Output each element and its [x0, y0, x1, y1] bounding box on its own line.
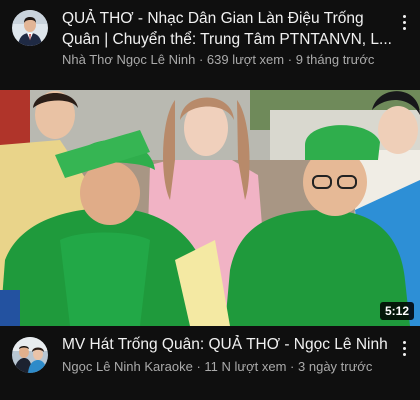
video-title-line-2[interactable]: Quân | Chuyển thể: Trung Tâm PTNTANVN, L… [62, 29, 392, 50]
video-duration: 5:12 [379, 302, 414, 320]
more-vert-icon[interactable] [396, 10, 412, 34]
meta-separator: · [196, 359, 201, 374]
man-in-suit-icon [12, 10, 48, 46]
meta-separator: · [287, 52, 293, 67]
group-photo-icon [12, 337, 48, 373]
channel-name[interactable]: Ngọc Lê Ninh Karaoke [62, 359, 193, 374]
upload-age: 9 tháng trước [295, 52, 375, 67]
video-card-2[interactable]: MV Hát Trống Quân: QUẢ THƠ - Ngọc Lê Nin… [0, 326, 420, 400]
meta-separator: · [198, 52, 204, 67]
video-card-1[interactable]: QUẢ THƠ - Nhạc Dân Gian Làn Điệu Trống Q… [0, 0, 420, 82]
video-meta-1: Nhà Thơ Ngọc Lê Ninh · 639 lượt xem · 9 … [62, 52, 374, 68]
view-count: 639 lượt xem [206, 52, 285, 67]
video-thumbnail-2[interactable]: 5:12 [0, 90, 420, 326]
channel-avatar-2[interactable] [12, 337, 48, 373]
channel-avatar-1[interactable] [12, 10, 48, 46]
thumbnail-image [0, 90, 420, 326]
view-count: 11 N lượt xem [204, 359, 287, 374]
more-vert-icon[interactable] [396, 336, 412, 360]
video-title[interactable]: MV Hát Trống Quân: QUẢ THƠ - Ngọc Lê Nin… [62, 334, 388, 355]
channel-name[interactable]: Nhà Thơ Ngọc Lê Ninh [62, 52, 195, 67]
video-meta-2: Ngọc Lê Ninh Karaoke · 11 N lượt xem · 3… [62, 359, 372, 375]
meta-separator: · [290, 359, 295, 374]
upload-age: 3 ngày trước [298, 359, 373, 374]
video-title-line-1[interactable]: QUẢ THƠ - Nhạc Dân Gian Làn Điệu Trống [62, 8, 364, 29]
